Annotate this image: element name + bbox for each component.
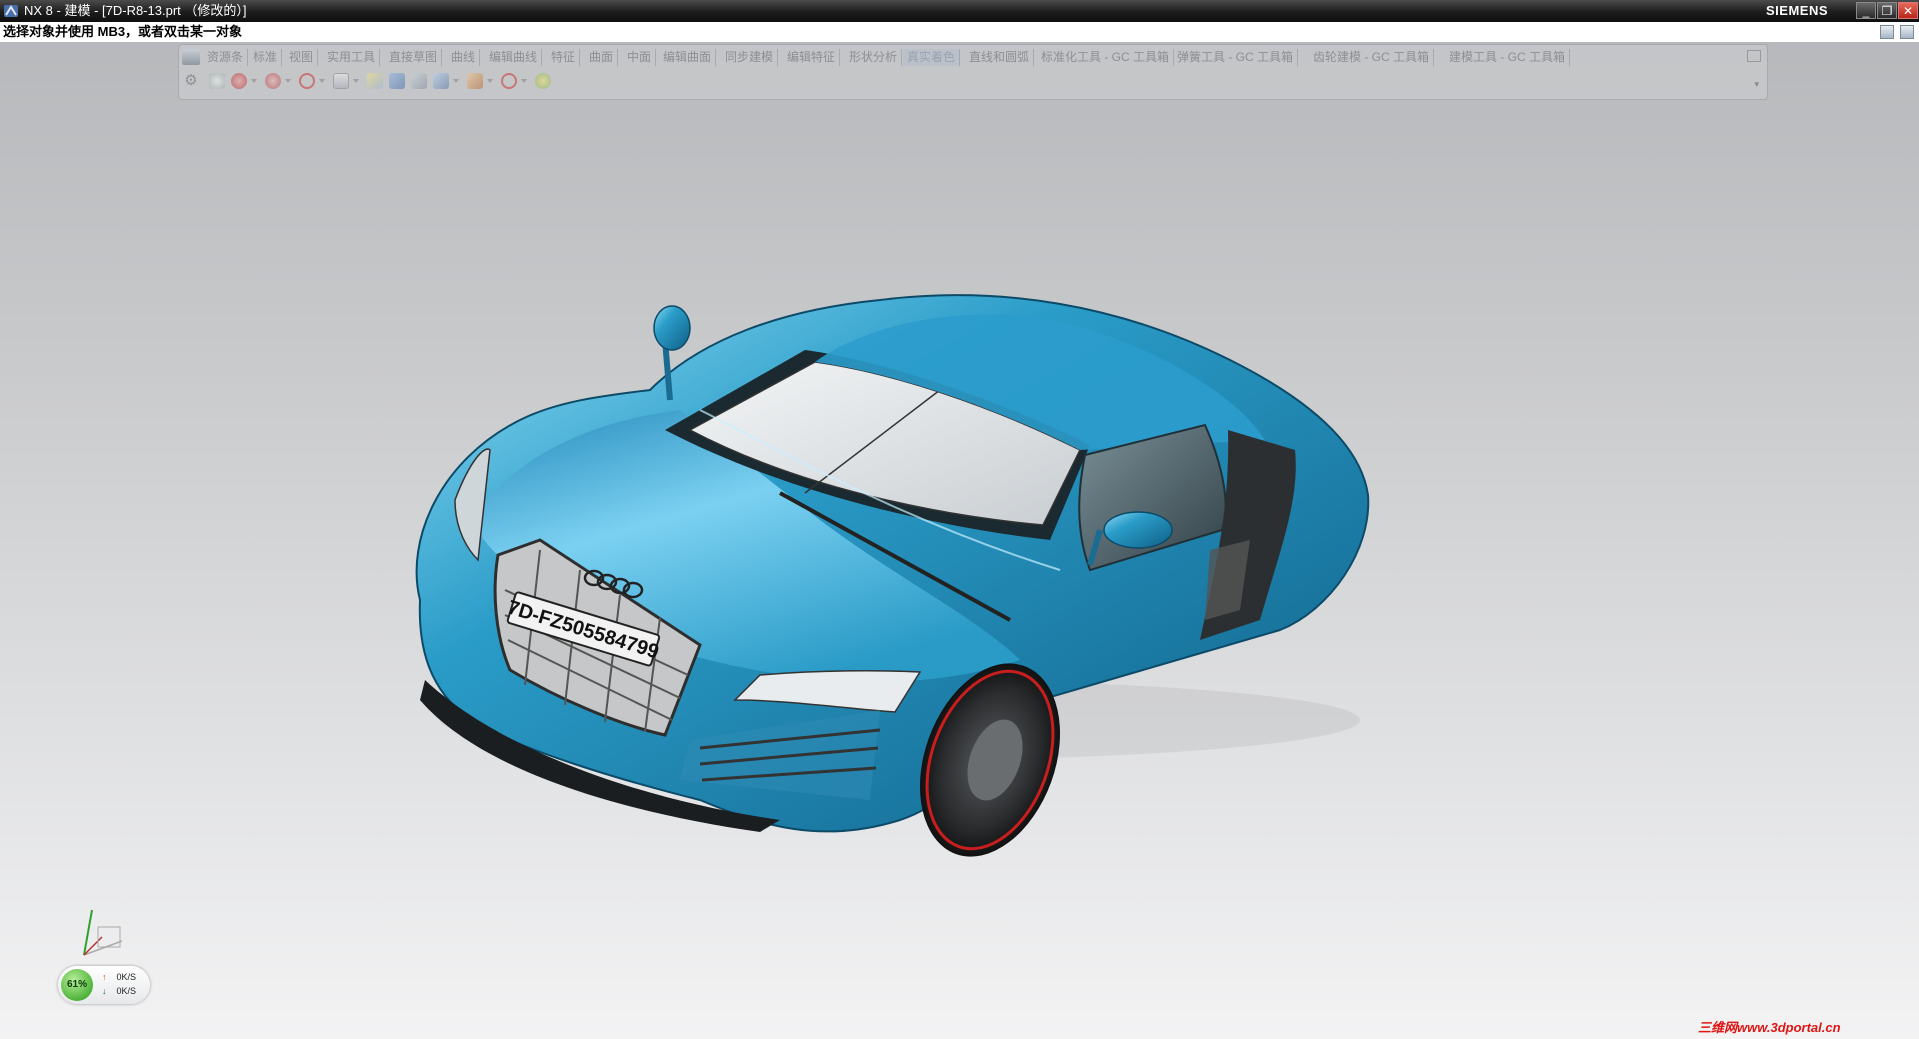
chevron-down-icon[interactable]: [521, 79, 527, 83]
chevron-down-icon[interactable]: [319, 79, 325, 83]
download-arrow-icon: ↓: [102, 986, 107, 996]
tab-midsurface[interactable]: 中面: [623, 49, 657, 66]
select-icon[interactable]: [209, 73, 225, 89]
cue-text: 选择对象并使用 MB3，或者双击某一对象: [3, 24, 243, 39]
window-title: NX 8 - 建模 - [7D-R8-13.prt （修改的）]: [24, 3, 247, 18]
upload-speed: ↑ 0K/S: [102, 972, 136, 982]
tab-edit-feature[interactable]: 编辑特征: [783, 49, 841, 66]
tab-edit-surface[interactable]: 编辑曲面: [659, 49, 717, 66]
toolbar-expand-icon[interactable]: ▾: [1754, 79, 1759, 90]
nx-app-icon[interactable]: [3, 3, 19, 19]
fullscreen-icon[interactable]: [1900, 25, 1914, 39]
title-bar: NX 8 - 建模 - [7D-R8-13.prt （修改的）] SIEMENS…: [0, 0, 1919, 22]
download-speed: ↓ 0K/S: [102, 986, 136, 996]
graphics-viewport[interactable]: 7D-FZ505584799: [0, 100, 1919, 1039]
network-speed-widget[interactable]: 61% ↑ 0K/S ↓ 0K/S: [58, 966, 150, 1004]
tab-view[interactable]: 视图: [285, 49, 319, 66]
studio-icon[interactable]: [389, 73, 405, 89]
toolbar-icon-row: ⚙ ▾: [179, 69, 1767, 95]
restore-button[interactable]: ❐: [1877, 2, 1897, 19]
environment-icon[interactable]: [535, 73, 551, 89]
upload-arrow-icon: ↑: [102, 972, 107, 982]
tab-gc-modeling[interactable]: 建模工具 - GC 工具箱: [1445, 49, 1570, 66]
gear-icon[interactable]: ⚙: [183, 73, 199, 89]
tab-standard[interactable]: 标准: [249, 49, 283, 66]
view-icon[interactable]: [1880, 25, 1894, 39]
tab-surface[interactable]: 曲面: [585, 49, 619, 66]
toolbar-tab-row: 资源条 标准 视图 实用工具 直接草图 曲线 编辑曲线 特征 曲面 中面 编辑曲…: [179, 47, 1767, 67]
tab-resource-bar[interactable]: 资源条: [203, 49, 249, 66]
tab-utility[interactable]: 实用工具: [323, 49, 381, 66]
cpu-usage-indicator: 61%: [61, 969, 93, 1001]
cue-line: 选择对象并使用 MB3，或者双击某一对象: [0, 22, 1919, 42]
watermark: 三维网www.3dportal.cn: [1698, 1020, 1841, 1035]
remove-icon[interactable]: [501, 73, 517, 89]
texture-icon[interactable]: [467, 73, 483, 89]
tab-gc-gear[interactable]: 齿轮建模 - GC 工具箱: [1309, 49, 1434, 66]
tab-true-shading[interactable]: 真实着色: [903, 49, 961, 66]
camera-icon[interactable]: [433, 73, 449, 89]
tab-direct-sketch[interactable]: 直接草图: [385, 49, 443, 66]
material-sphere-icon[interactable]: [265, 73, 281, 89]
close-button[interactable]: ✕: [1898, 2, 1918, 19]
toolbar-options-icon[interactable]: [1747, 50, 1761, 62]
toolbar: 资源条 标准 视图 实用工具 直接草图 曲线 编辑曲线 特征 曲面 中面 编辑曲…: [178, 44, 1768, 100]
chevron-down-icon[interactable]: [251, 79, 257, 83]
view-triad[interactable]: [72, 905, 132, 965]
tab-feature[interactable]: 特征: [547, 49, 581, 66]
shading-sphere-icon[interactable]: [231, 73, 247, 89]
download-speed-value: 0K/S: [116, 986, 137, 996]
tab-curve[interactable]: 曲线: [447, 49, 481, 66]
light-icon[interactable]: [367, 73, 383, 89]
background-icon[interactable]: [333, 73, 349, 89]
tab-shape-analysis[interactable]: 形状分析: [845, 49, 903, 66]
toolbar-menu-icon[interactable]: [182, 49, 200, 65]
floor-icon[interactable]: [411, 73, 427, 89]
tab-gc-spring[interactable]: 弹簧工具 - GC 工具箱: [1173, 49, 1298, 66]
upload-speed-value: 0K/S: [116, 972, 137, 982]
tab-sync-modeling[interactable]: 同步建模: [721, 49, 779, 66]
minimize-button[interactable]: _: [1856, 2, 1876, 19]
no-entry-icon[interactable]: [299, 73, 315, 89]
car-model[interactable]: 7D-FZ505584799: [0, 100, 1919, 1039]
chevron-down-icon[interactable]: [487, 79, 493, 83]
chevron-down-icon[interactable]: [285, 79, 291, 83]
tab-gc-standardize[interactable]: 标准化工具 - GC 工具箱: [1037, 49, 1174, 66]
chevron-down-icon[interactable]: [353, 79, 359, 83]
tab-lines-arcs[interactable]: 直线和圆弧: [965, 49, 1035, 66]
tab-edit-curve[interactable]: 编辑曲线: [485, 49, 543, 66]
siemens-logo: SIEMENS: [1766, 3, 1829, 18]
chevron-down-icon[interactable]: [453, 79, 459, 83]
